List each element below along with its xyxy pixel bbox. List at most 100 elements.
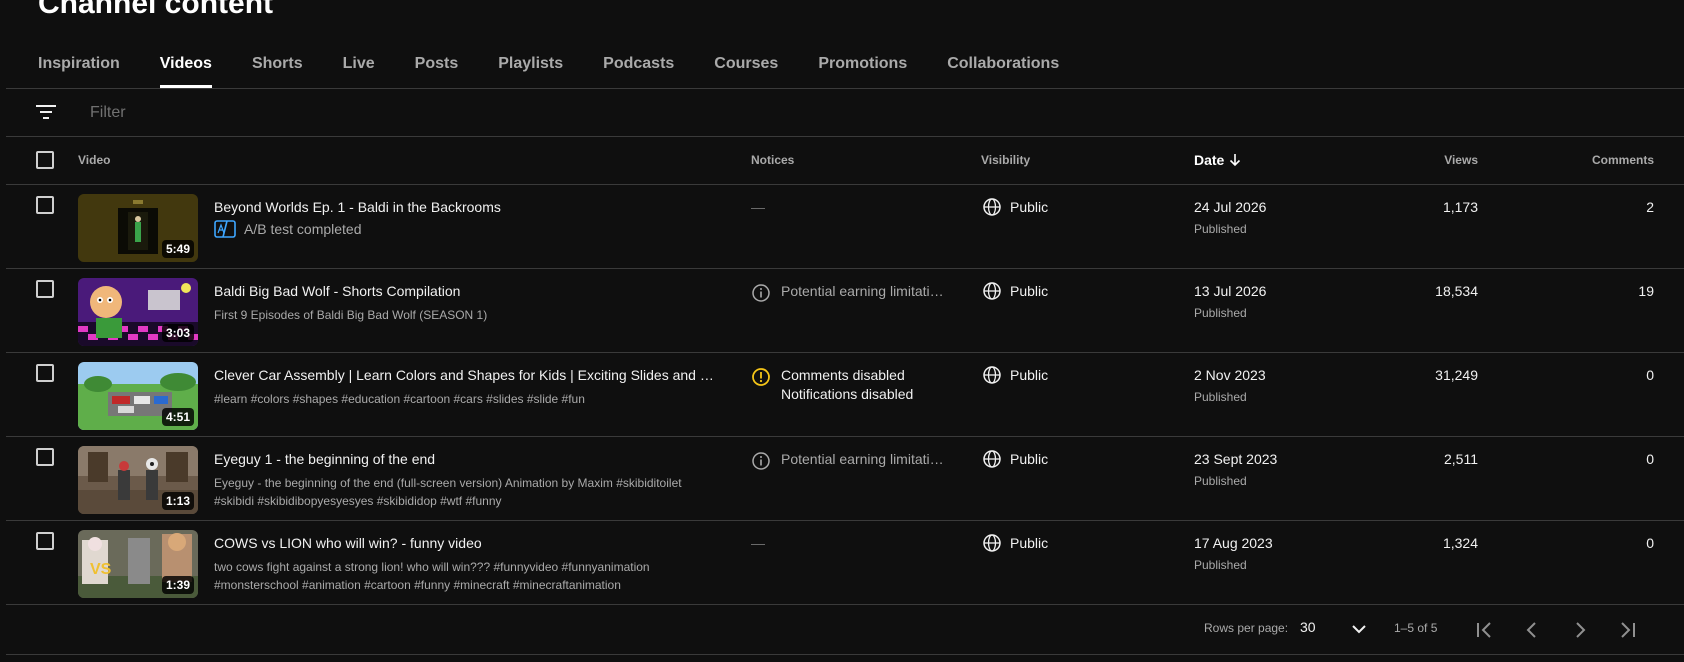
svg-text:VS: VS [90, 561, 112, 578]
filter-bar [6, 89, 1684, 136]
video-comments[interactable]: 0 [1646, 451, 1654, 467]
video-views[interactable]: 2,511 [1444, 451, 1478, 467]
column-visibility: Visibility [981, 153, 1031, 167]
video-views[interactable]: 18,534 [1435, 283, 1478, 299]
video-thumbnail[interactable]: 3:03 [78, 278, 198, 346]
video-comments[interactable]: 0 [1646, 535, 1654, 551]
video-description-line: Eyeguy - the beginning of the end (full-… [214, 476, 682, 490]
tab-courses[interactable]: Courses [714, 40, 778, 88]
page-range: 1–5 of 5 [1394, 621, 1438, 635]
next-page-icon[interactable] [1568, 618, 1592, 642]
video-status: Published [1194, 558, 1247, 572]
visibility-public[interactable]: Public [982, 365, 1048, 385]
video-comments[interactable]: 19 [1638, 283, 1654, 299]
visibility-label: Public [1010, 535, 1049, 551]
video-title[interactable]: Baldi Big Bad Wolf - Shorts Compilation [214, 283, 724, 299]
video-thumbnail[interactable]: 1:13 [78, 446, 198, 514]
video-thumbnail[interactable]: 5:49 [78, 194, 198, 262]
column-date-sort[interactable]: Date [1194, 152, 1242, 168]
video-date: 17 Aug 2023 [1194, 535, 1273, 551]
tab-videos[interactable]: Videos [159, 40, 213, 88]
notice-comments-disabled: Comments disabled [781, 367, 905, 383]
video-views[interactable]: 1,173 [1443, 199, 1478, 215]
table-row[interactable]: 3:03 Baldi Big Bad Wolf - Shorts Compila… [6, 269, 1684, 353]
video-title[interactable]: Clever Car Assembly | Learn Colors and S… [214, 367, 724, 383]
tab-promotions[interactable]: Promotions [818, 40, 907, 88]
visibility-public[interactable]: Public [982, 281, 1048, 301]
video-status: Published [1194, 474, 1247, 488]
visibility-public[interactable]: Public [982, 449, 1048, 469]
video-description-line: #skibidi #skibidibopyesyesyes #skibidido… [214, 494, 502, 508]
visibility-label: Public [1010, 451, 1049, 467]
video-description-line: two cows fight against a strong lion! wh… [214, 560, 650, 574]
video-comments[interactable]: 2 [1646, 199, 1654, 215]
row-divider [6, 604, 1684, 605]
visibility-public[interactable]: Public [982, 197, 1048, 217]
select-all-checkbox[interactable] [36, 151, 54, 169]
rows-per-page-select[interactable]: 30 [1300, 619, 1316, 635]
tab-inspiration[interactable]: Inspiration [38, 40, 120, 88]
video-description: First 9 Episodes of Baldi Big Bad Wolf (… [214, 308, 488, 322]
tab-shorts[interactable]: Shorts [252, 40, 303, 88]
column-notices: Notices [751, 153, 795, 167]
column-date: Date [1194, 152, 1225, 168]
video-date: 24 Jul 2026 [1194, 199, 1267, 215]
row-checkbox[interactable] [36, 532, 54, 550]
video-duration: 1:39 [161, 576, 194, 594]
table-row[interactable]: VS 1:39 COWS vs LION who will win? - fun… [6, 521, 1684, 605]
video-status: Published [1194, 306, 1247, 320]
info-icon [752, 452, 770, 470]
globe-icon [983, 534, 1001, 552]
column-views[interactable]: Views [1444, 153, 1478, 167]
content-tabs: Inspiration Videos Shorts Live Posts Pla… [38, 40, 1099, 88]
filter-icon[interactable] [36, 104, 56, 120]
previous-page-icon[interactable] [1520, 618, 1544, 642]
visibility-public[interactable]: Public [982, 533, 1048, 553]
video-description: two cows fight against a strong lion! wh… [214, 558, 714, 594]
table-row[interactable]: 5:49 Beyond Worlds Ep. 1 - Baldi in the … [6, 185, 1684, 269]
filter-input[interactable] [90, 99, 690, 127]
video-description: Eyeguy - the beginning of the end (full-… [214, 474, 714, 510]
video-title[interactable]: COWS vs LION who will win? - funny video [214, 535, 724, 551]
row-checkbox[interactable] [36, 448, 54, 466]
ab-test-status[interactable]: A/B test completed [214, 219, 362, 239]
tab-collaborations[interactable]: Collaborations [947, 40, 1059, 88]
video-date: 23 Sept 2023 [1194, 451, 1278, 467]
video-thumbnail[interactable]: VS 1:39 [78, 530, 198, 598]
info-icon [752, 284, 770, 302]
tab-playlists[interactable]: Playlists [498, 40, 563, 88]
tab-posts[interactable]: Posts [415, 40, 459, 88]
first-page-icon[interactable] [1472, 618, 1496, 642]
video-comments[interactable]: 0 [1646, 367, 1654, 383]
video-views[interactable]: 1,324 [1443, 535, 1478, 551]
row-checkbox[interactable] [36, 196, 54, 214]
notice-earning-limitation[interactable]: Potential earning limitati… [751, 451, 944, 471]
notice-empty: — [751, 535, 765, 551]
video-title[interactable]: Beyond Worlds Ep. 1 - Baldi in the Backr… [214, 199, 724, 215]
tab-live[interactable]: Live [343, 40, 375, 88]
table-row[interactable]: 4:51 Clever Car Assembly | Learn Colors … [6, 353, 1684, 437]
notice-earning-limitation[interactable]: Potential earning limitati… [751, 283, 944, 303]
row-checkbox[interactable] [36, 364, 54, 382]
notice-restrictions[interactable]: Comments disabled Notifications disabled [751, 367, 913, 402]
column-comments[interactable]: Comments [1592, 153, 1654, 167]
video-views[interactable]: 31,249 [1435, 367, 1478, 383]
video-duration: 4:51 [161, 408, 194, 426]
video-thumbnail[interactable]: 4:51 [78, 362, 198, 430]
ab-test-label: A/B test completed [244, 221, 362, 237]
video-description: #learn #colors #shapes #education #carto… [214, 392, 585, 406]
pagination: Rows per page: 30 1–5 of 5 [6, 606, 1684, 656]
notice-notifications-disabled: Notifications disabled [781, 386, 914, 402]
column-video: Video [78, 153, 111, 167]
tab-podcasts[interactable]: Podcasts [603, 40, 674, 88]
chevron-down-icon[interactable] [1350, 620, 1368, 638]
video-duration: 3:03 [161, 324, 194, 342]
row-checkbox[interactable] [36, 280, 54, 298]
table-row[interactable]: 1:13 Eyeguy 1 - the beginning of the end… [6, 437, 1684, 521]
video-status: Published [1194, 390, 1247, 404]
visibility-label: Public [1010, 199, 1049, 215]
globe-icon [983, 282, 1001, 300]
last-page-icon[interactable] [1616, 618, 1640, 642]
video-title[interactable]: Eyeguy 1 - the beginning of the end [214, 451, 724, 467]
page-title: Channel content [38, 0, 274, 20]
